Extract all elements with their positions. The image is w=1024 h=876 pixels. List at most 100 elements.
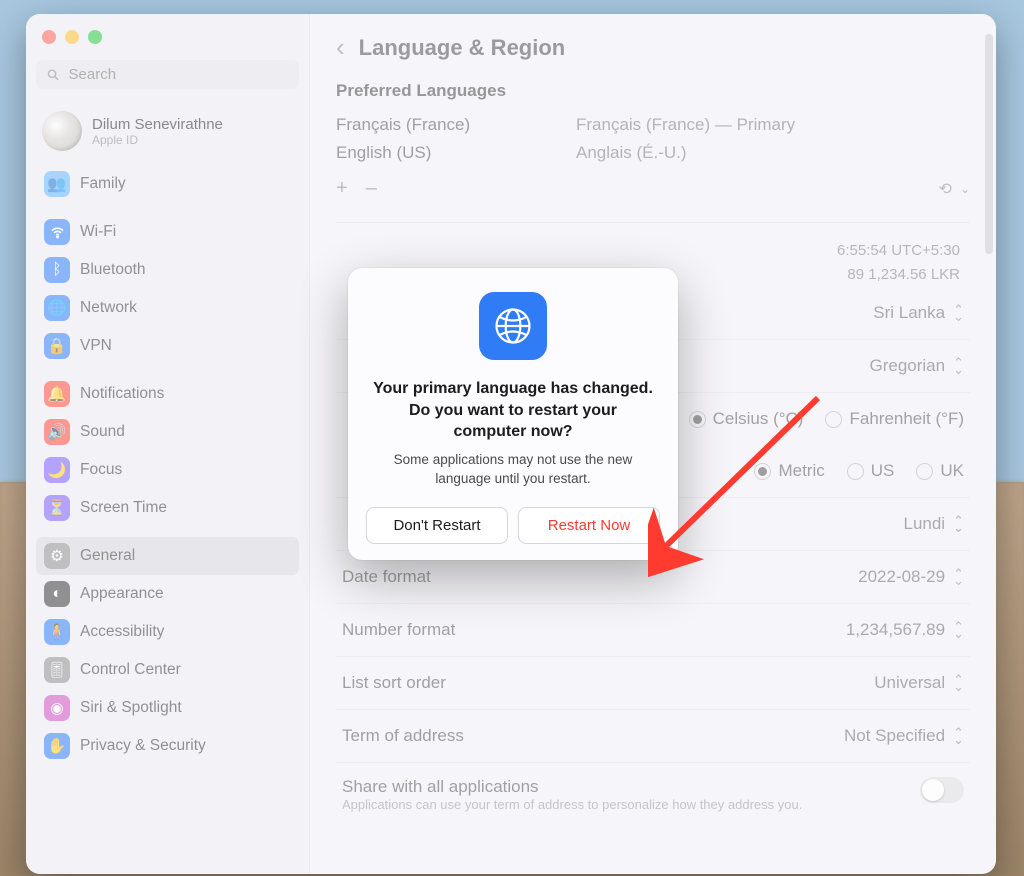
bell-icon: 🔔: [44, 381, 70, 407]
sidebar-item-control-center[interactable]: 🎚Control Center: [36, 651, 299, 689]
sidebar-item-vpn[interactable]: 🔒 VPN: [36, 327, 299, 365]
stepper-icon: ⌃⌄: [953, 676, 964, 690]
back-button[interactable]: ‹: [336, 32, 345, 63]
sidebar-item-network[interactable]: 🌐 Network: [36, 289, 299, 327]
vpn-icon: 🔒: [44, 333, 70, 359]
add-language-button[interactable]: +: [336, 177, 348, 200]
sidebar-item-label: Accessibility: [80, 623, 164, 641]
account-name: Dilum Senevirathne: [92, 116, 223, 133]
sidebar-item-bluetooth[interactable]: ᛒ Bluetooth: [36, 251, 299, 289]
remove-language-button[interactable]: –: [366, 177, 377, 200]
share-toggle[interactable]: [920, 777, 964, 803]
stepper-icon: ⌃⌄: [953, 359, 964, 373]
language-actions: + – ⟲ ⌄: [336, 167, 970, 223]
setting-value: 2022-08-29: [858, 567, 945, 587]
number-format-row[interactable]: Number format 1,234,567.89 ⌃⌄: [336, 604, 970, 657]
search-field[interactable]: [36, 60, 299, 89]
network-icon: 🌐: [44, 295, 70, 321]
sidebar-item-label: Siri & Spotlight: [80, 699, 182, 717]
hand-icon: ✋: [44, 733, 70, 759]
stepper-icon: ⌃⌄: [953, 623, 964, 637]
sidebar-item-label: Privacy & Security: [80, 737, 206, 755]
radio-uk[interactable]: UK: [916, 461, 964, 481]
hourglass-icon: ⏳: [44, 495, 70, 521]
content-header: ‹ Language & Region: [336, 32, 970, 63]
sidebar-item-label: Sound: [80, 423, 125, 441]
setting-value: Universal: [874, 673, 945, 693]
sidebar-item-appearance[interactable]: ◐Appearance: [36, 575, 299, 613]
stepper-icon: ⌃⌄: [953, 517, 964, 531]
radio-celsius[interactable]: Celsius (°C): [689, 409, 804, 429]
share-sub: Applications can use your term of addres…: [342, 797, 802, 812]
sidebar-item-wifi[interactable]: Wi-Fi: [36, 213, 299, 251]
sidebar-item-label: Notifications: [80, 385, 164, 403]
setting-value: 1,234,567.89: [846, 620, 945, 640]
bluetooth-icon: ᛒ: [44, 257, 70, 283]
search-icon: [46, 67, 61, 83]
search-input[interactable]: [69, 66, 289, 83]
chevron-down-icon[interactable]: ⌄: [960, 182, 970, 196]
apple-id-row[interactable]: Dilum Senevirathne Apple ID: [36, 101, 299, 161]
restart-now-button[interactable]: Restart Now: [518, 507, 660, 544]
globe-icon: [479, 292, 547, 360]
sidebar-item-label: VPN: [80, 337, 112, 355]
page-title: Language & Region: [359, 35, 566, 61]
wifi-icon: [44, 219, 70, 245]
language-desc: Anglais (É.-U.): [576, 143, 687, 163]
family-icon: 👥: [44, 171, 70, 197]
sidebar-item-general[interactable]: ⚙ General: [36, 537, 299, 575]
sidebar-item-accessibility[interactable]: 🧍Accessibility: [36, 613, 299, 651]
restart-dialog: Your primary language has changed. Do yo…: [348, 268, 678, 560]
language-name: English (US): [336, 143, 536, 163]
minimize-icon[interactable]: [65, 30, 79, 44]
share-label: Share with all applications: [342, 777, 802, 797]
setting-label: Number format: [342, 620, 455, 640]
stepper-icon: ⌃⌄: [953, 570, 964, 584]
language-row[interactable]: Français (France) Français (France) — Pr…: [336, 111, 970, 139]
dialog-heading: Your primary language has changed. Do yo…: [366, 378, 660, 443]
sidebar-item-notifications[interactable]: 🔔 Notifications: [36, 375, 299, 413]
dont-restart-button[interactable]: Don't Restart: [366, 507, 508, 544]
sidebar-item-family[interactable]: 👥 Family: [36, 165, 299, 203]
sidebar: Dilum Senevirathne Apple ID 👥 Family Wi-…: [26, 14, 310, 874]
radio-us[interactable]: US: [847, 461, 895, 481]
sidebar-item-label: Family: [80, 175, 126, 193]
history-icon[interactable]: ⟲: [939, 179, 952, 199]
setting-label: Term of address: [342, 726, 464, 746]
term-row[interactable]: Term of address Not Specified ⌃⌄: [336, 710, 970, 763]
sidebar-item-label: General: [80, 547, 135, 565]
sidebar-item-sound[interactable]: 🔊Sound: [36, 413, 299, 451]
stepper-icon: ⌃⌄: [953, 729, 964, 743]
dialog-body: Some applications may not use the new la…: [366, 451, 660, 489]
setting-value: Lundi: [903, 514, 945, 534]
language-row[interactable]: English (US) Anglais (É.-U.): [336, 139, 970, 167]
sidebar-item-label: Screen Time: [80, 499, 167, 517]
account-sub: Apple ID: [92, 133, 223, 147]
setting-label: Date format: [342, 567, 431, 587]
sidebar-item-label: Focus: [80, 461, 122, 479]
radio-fahrenheit[interactable]: Fahrenheit (°F): [825, 409, 964, 429]
close-icon[interactable]: [42, 30, 56, 44]
sidebar-item-label: Control Center: [80, 661, 181, 679]
sidebar-item-focus[interactable]: 🌙Focus: [36, 451, 299, 489]
setting-label: List sort order: [342, 673, 446, 693]
scrollbar[interactable]: [985, 34, 993, 254]
siri-icon: ◉: [44, 695, 70, 721]
setting-value: Gregorian: [869, 356, 945, 376]
share-row: Share with all applications Applications…: [336, 763, 970, 816]
sidebar-item-screen-time[interactable]: ⏳ Screen Time: [36, 489, 299, 527]
list-sort-row[interactable]: List sort order Universal ⌃⌄: [336, 657, 970, 710]
avatar: [42, 111, 82, 151]
sidebar-item-label: Wi-Fi: [80, 223, 116, 241]
gear-icon: ⚙: [44, 543, 70, 569]
language-name: Français (France): [336, 115, 536, 135]
language-desc: Français (France) — Primary: [576, 115, 795, 135]
sidebar-item-label: Bluetooth: [80, 261, 146, 279]
zoom-icon[interactable]: [88, 30, 102, 44]
sidebar-item-siri[interactable]: ◉ Siri & Spotlight: [36, 689, 299, 727]
window-controls: [36, 26, 299, 56]
sidebar-item-label: Network: [80, 299, 137, 317]
setting-value: Not Specified: [844, 726, 945, 746]
radio-metric[interactable]: Metric: [754, 461, 824, 481]
sidebar-item-privacy[interactable]: ✋ Privacy & Security: [36, 727, 299, 765]
